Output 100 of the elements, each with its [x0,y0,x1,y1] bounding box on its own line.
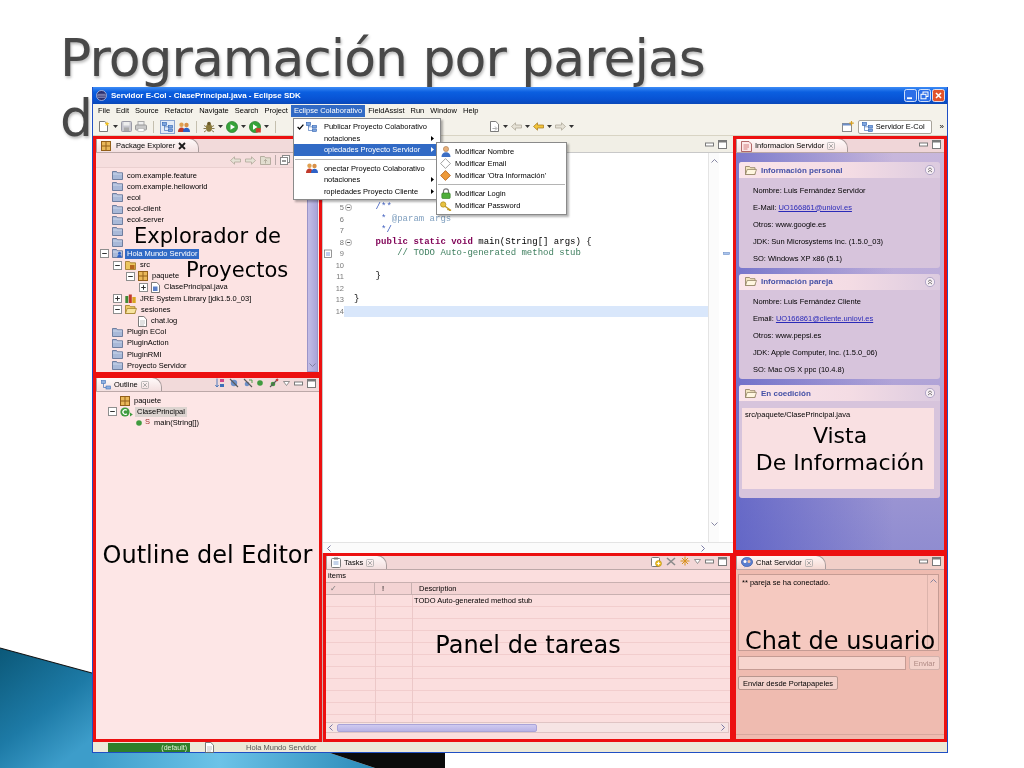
key-icon [439,200,452,211]
play-case-icon[interactable] [249,120,261,133]
class-icon [120,406,133,417]
minimize-icon[interactable] [919,558,928,564]
tree-list-icon [101,379,111,390]
caret-icon[interactable] [503,125,508,128]
annotation-label: Outline del Editor [102,543,313,567]
restore-icon[interactable] [918,89,931,102]
collapse-icon[interactable] [113,260,122,270]
people-icon[interactable] [178,121,190,132]
scroll-right-icon[interactable] [721,724,725,731]
folder-icon [112,171,123,181]
caret-icon[interactable] [569,125,574,128]
folder-icon [112,327,123,337]
package-icon [101,140,111,151]
books-icon [125,294,136,304]
minimize-icon[interactable] [919,141,928,147]
scroll-right-icon[interactable] [701,544,705,552]
scroll-left-icon[interactable] [329,724,333,731]
minimize-icon[interactable] [705,141,714,147]
scroll-up-icon[interactable] [710,159,718,163]
scroll-down-icon[interactable] [710,522,718,526]
marker-icon[interactable] [722,252,730,255]
minimize-icon[interactable] [705,558,714,564]
scroll-up-icon[interactable] [929,579,937,583]
maximize-icon[interactable] [932,139,941,149]
sort-icon[interactable] [215,378,225,388]
page-arrow-icon[interactable] [490,121,500,132]
scroll-left-icon[interactable] [327,544,331,552]
collapse-all-icon[interactable] [280,155,290,165]
caret-icon[interactable] [218,125,223,128]
slashed-arrow-icon[interactable] [243,378,253,388]
collapse-icon[interactable] [344,204,352,212]
slashed-circle-icon[interactable] [229,378,239,388]
folder-icon [112,338,123,348]
caret-icon[interactable] [525,125,530,128]
annotation-label: Explorador de [134,226,281,247]
maximize-icon[interactable] [718,139,727,149]
new-file-icon[interactable] [99,120,110,133]
folder-icon [745,277,757,286]
expand-icon[interactable] [139,282,148,292]
collapse-icon[interactable] [100,249,109,259]
slide-title: Programación por parejas [60,30,705,87]
code-line: public static void main(String[] args) { [374,236,592,248]
scrollbar-thumb[interactable] [337,723,537,732]
minimize-icon[interactable] [294,380,303,386]
dot-icon[interactable] [257,380,263,386]
view-menu-icon[interactable] [283,380,290,386]
caret-icon[interactable] [264,125,269,128]
diamond-icon [440,170,452,182]
window-plus-icon[interactable] [841,121,854,132]
more-button[interactable]: » [939,122,944,131]
expand-icon[interactable] [113,294,122,304]
hierarchy-icon[interactable] [160,119,175,134]
maximize-icon[interactable] [307,378,316,388]
code-line: // TODO Auto-generated method stub [396,248,581,260]
page-icon [205,741,214,753]
annotation-label: Panel de tareas [435,633,621,657]
section-title: Información pareja [761,277,833,286]
print-icon[interactable] [135,121,147,132]
play-icon[interactable] [226,120,238,133]
people-icon [741,557,753,568]
folder-icon [112,361,123,371]
folder-icon [745,388,757,398]
folder-icon [112,204,123,214]
page-icon [138,315,147,327]
scroll-down-icon[interactable] [309,363,316,367]
folder-icon [112,238,123,248]
collapse-icon[interactable] [344,238,352,246]
maximize-icon[interactable] [932,556,941,566]
annotation-label: Chat de usuario [744,629,936,653]
section-title: En coedición [761,388,811,398]
scrollbar[interactable] [325,722,729,733]
java-file-icon [151,281,160,293]
caret-icon[interactable] [241,125,246,128]
dot-icon [136,420,142,427]
people-icon [305,163,318,174]
folder-icon [112,350,123,360]
bug-icon[interactable] [203,120,215,133]
new-task-icon[interactable] [651,555,662,567]
delete-icon[interactable] [666,556,676,566]
package-folder-icon [125,260,136,270]
collapse-icon[interactable] [108,407,117,417]
maximize-icon[interactable] [718,556,727,566]
collapse-icon[interactable] [126,271,135,281]
annotation-label: Vista [812,425,868,447]
close-icon[interactable] [178,141,187,150]
caret-icon[interactable] [113,125,118,128]
folder-icon [112,182,123,192]
hierarchy-icon [861,121,873,132]
folder-icon [112,215,123,225]
code-line: } [374,271,381,283]
folder-icon [745,165,757,175]
window-title: Servidor E-Col - ClasePrincipal.java - Eclipse SDK [111,91,301,100]
message-input-field[interactable] [738,656,906,670]
slashed-dot-icon[interactable] [269,378,279,388]
annotation-label: De Información [755,452,925,474]
caret-icon[interactable] [547,125,552,128]
collapse-icon[interactable] [113,305,122,315]
view-menu-icon[interactable] [694,558,701,564]
